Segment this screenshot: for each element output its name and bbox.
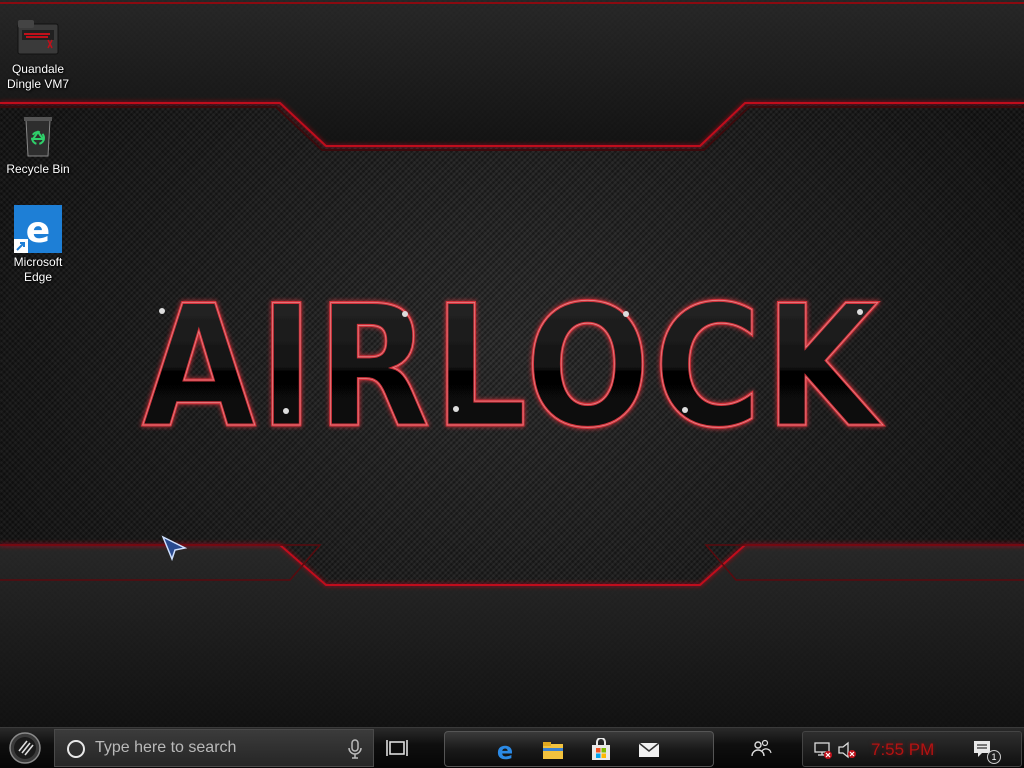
- search-input[interactable]: [95, 738, 335, 758]
- desktop-icon-label: Recycle Bin: [6, 162, 70, 176]
- wallpaper: AIRLOCK AIRLOCK: [0, 0, 1024, 727]
- start-orb-icon: [9, 732, 41, 764]
- volume-muted-icon[interactable]: [837, 740, 857, 760]
- svg-text:e: e: [497, 738, 513, 762]
- notification-count-badge: 1: [987, 750, 1001, 764]
- people-icon[interactable]: [750, 738, 772, 758]
- mail-icon[interactable]: [637, 738, 661, 762]
- microphone-icon[interactable]: [347, 739, 363, 759]
- edge-icon: e: [14, 205, 62, 253]
- edge-icon[interactable]: e: [493, 738, 517, 762]
- network-disconnected-icon[interactable]: [813, 740, 833, 760]
- task-view-icon[interactable]: [386, 737, 408, 759]
- start-button[interactable]: [6, 731, 44, 765]
- desktop: AIRLOCK AIRLOCK Quandale Dingle VM7 Recy…: [0, 0, 1024, 768]
- desktop-icon-label: Quandale Dingle VM7: [6, 62, 70, 91]
- taskbar-clock[interactable]: 7:55 PM: [871, 740, 934, 760]
- action-center-button[interactable]: 1: [971, 738, 1001, 764]
- desktop-icon-vm-folder[interactable]: Quandale Dingle VM7: [0, 12, 76, 92]
- cortana-circle-icon: [67, 740, 85, 758]
- svg-text:AIRLOCK: AIRLOCK: [142, 269, 884, 465]
- taskbar: e: [0, 727, 1024, 768]
- system-tray: 7:55 PM 1: [802, 731, 1022, 767]
- recycle-bin-icon: [24, 117, 52, 157]
- desktop-icon-recycle-bin[interactable]: Recycle Bin: [0, 112, 76, 177]
- folder-icon: [17, 20, 59, 55]
- svg-text:e: e: [26, 210, 50, 251]
- pinned-apps-dock: e: [444, 731, 714, 767]
- search-box[interactable]: [54, 729, 374, 767]
- store-bag-icon[interactable]: [589, 738, 613, 762]
- mouse-cursor-icon: [161, 535, 188, 562]
- wallpaper-logo: AIRLOCK AIRLOCK: [141, 268, 884, 467]
- folder-icon[interactable]: [541, 738, 565, 762]
- desktop-icon-edge[interactable]: e Microsoft Edge: [0, 205, 76, 285]
- desktop-icon-label: Microsoft Edge: [13, 255, 63, 284]
